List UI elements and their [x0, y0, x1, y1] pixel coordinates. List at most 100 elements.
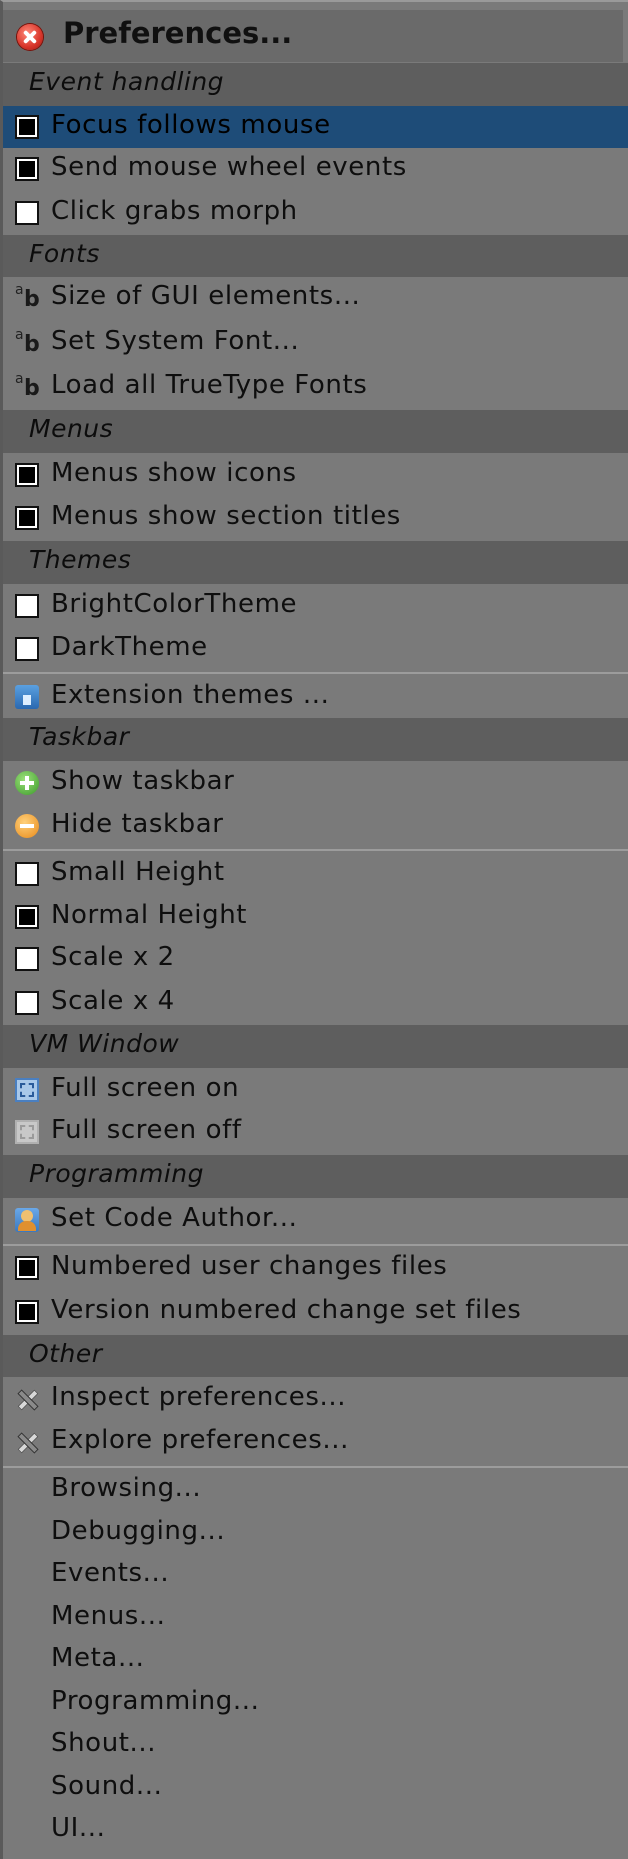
- menu-item-label: Shout...: [51, 1728, 157, 1759]
- menu-item-meta[interactable]: Meta...: [3, 1639, 628, 1681]
- menu-item-label: Focus follows mouse: [51, 109, 331, 140]
- menu-item-explore-preferences[interactable]: Explore preferences...: [3, 1421, 628, 1463]
- menu-item-sound[interactable]: Sound...: [3, 1767, 628, 1809]
- checkbox-icon: [15, 946, 39, 971]
- menu-item-bright-color-theme[interactable]: BrightColorTheme: [3, 585, 628, 627]
- section-programming: Programming: [3, 1155, 628, 1198]
- section-title: Themes: [29, 545, 132, 575]
- menu-item-label: Show taskbar: [51, 766, 235, 797]
- font-icon: [15, 282, 41, 312]
- checkbox-icon: [15, 636, 39, 661]
- section-vm-window: VM Window: [3, 1025, 628, 1068]
- minus-icon: [15, 813, 39, 838]
- menu-item-label: UI...: [51, 1813, 106, 1844]
- menu-item-label: Normal Height: [51, 899, 248, 930]
- menu-item-small-height[interactable]: Small Height: [3, 853, 628, 895]
- section-event-handling: Event handling: [3, 63, 628, 106]
- menu-item-label: Hide taskbar: [51, 808, 224, 839]
- menu-item-label: Extension themes ...: [51, 679, 330, 710]
- menu-item-scale-x2[interactable]: Scale x 2: [3, 938, 628, 980]
- checkbox-icon: [15, 114, 39, 139]
- menu-item-browsing[interactable]: Browsing...: [3, 1469, 628, 1511]
- section-fonts: Fonts: [3, 234, 628, 277]
- tools-icon: [15, 1387, 39, 1411]
- menu-item-full-screen-off[interactable]: Full screen off: [3, 1111, 628, 1153]
- menu-item-label: Small Height: [51, 857, 225, 887]
- checkbox-icon: [15, 594, 39, 619]
- close-icon[interactable]: [17, 24, 43, 50]
- menu-item-label: Explore preferences...: [51, 1424, 350, 1455]
- menu-item-ui[interactable]: UI...: [3, 1809, 628, 1851]
- menu-item-show-taskbar[interactable]: Show taskbar: [3, 762, 628, 804]
- menu-item-label: Click grabs morph: [51, 196, 298, 227]
- menu-item-extension-themes[interactable]: Extension themes ...: [3, 676, 628, 718]
- menu-item-debugging[interactable]: Debugging...: [3, 1512, 628, 1554]
- preferences-menu: Preferences... Event handling Focus foll…: [0, 0, 628, 1859]
- menu-item-programming[interactable]: Programming...: [3, 1682, 628, 1724]
- menu-item-normal-height[interactable]: Normal Height: [3, 896, 628, 938]
- menu-item-label: Menus show icons: [51, 458, 297, 489]
- divider: [3, 672, 628, 675]
- divider: [3, 849, 628, 852]
- checkbox-icon: [15, 463, 39, 488]
- menu-title-bar: Preferences...: [3, 10, 628, 62]
- section-other: Other: [3, 1334, 628, 1378]
- menu-item-label: Inspect preferences...: [51, 1382, 347, 1413]
- tools-icon: [15, 1430, 39, 1454]
- divider: [3, 1465, 628, 1468]
- menu-item-send-mouse-wheel-events[interactable]: Send mouse wheel events: [3, 148, 628, 190]
- fullscreen-icon: [15, 1078, 39, 1102]
- menu-item-label: Full screen off: [51, 1115, 242, 1146]
- menu-item-dark-theme[interactable]: DarkTheme: [3, 628, 628, 670]
- menu-item-label: Programming...: [51, 1685, 260, 1716]
- menu-item-label: Menus show section titles: [51, 500, 401, 531]
- divider: [3, 1243, 628, 1246]
- fullscreen-off-icon: [15, 1120, 39, 1145]
- menu-item-menus[interactable]: Menus...: [3, 1597, 628, 1639]
- menu-item-set-code-author[interactable]: Set Code Author...: [3, 1199, 628, 1241]
- menu-item-shout[interactable]: Shout...: [3, 1724, 628, 1766]
- menu-item-label: Scale x 4: [51, 985, 175, 1016]
- section-themes: Themes: [3, 541, 628, 584]
- author-icon: [15, 1207, 39, 1232]
- checkbox-icon: [15, 157, 39, 182]
- menu-item-events[interactable]: Events...: [3, 1554, 628, 1596]
- section-title: Programming: [29, 1159, 204, 1189]
- font-icon: [15, 327, 41, 357]
- menu-item-menus-show-section-titles[interactable]: Menus show section titles: [3, 497, 628, 539]
- menu-item-label: BrightColorTheme: [51, 589, 298, 620]
- section-title: Event handling: [29, 67, 225, 97]
- menu-item-scale-x4[interactable]: Scale x 4: [3, 982, 628, 1024]
- menu-item-label: Numbered user changes files: [51, 1251, 448, 1282]
- checkbox-icon: [15, 862, 39, 886]
- theme-icon: [15, 684, 39, 709]
- menu-item-inspect-preferences[interactable]: Inspect preferences...: [3, 1378, 628, 1420]
- menu-item-size-of-gui-elements[interactable]: Size of GUI elements...: [3, 277, 628, 319]
- menu-item-label: Set Code Author...: [51, 1202, 298, 1233]
- menu-item-version-numbered-change-set-files[interactable]: Version numbered change set files: [3, 1291, 628, 1333]
- menu-item-label: Browsing...: [51, 1473, 202, 1504]
- section-title: Other: [29, 1338, 103, 1368]
- checkbox-icon: [15, 1299, 39, 1324]
- menu-item-numbered-user-changes-files[interactable]: Numbered user changes files: [3, 1247, 628, 1289]
- section-title: VM Window: [29, 1029, 180, 1059]
- menu-item-set-system-font[interactable]: Set System Font...: [3, 322, 628, 364]
- menu-item-label: Version numbered change set files: [51, 1294, 522, 1325]
- font-icon: [15, 371, 41, 401]
- menu-item-label: DarkTheme: [51, 631, 208, 662]
- menu-title: Preferences...: [63, 16, 293, 50]
- menu-item-focus-follows-mouse[interactable]: Focus follows mouse: [3, 105, 628, 149]
- menu-item-label: Scale x 2: [51, 941, 175, 972]
- menu-item-full-screen-on[interactable]: Full screen on: [3, 1069, 628, 1111]
- menu-item-load-all-truetype-fonts[interactable]: Load all TrueType Fonts: [3, 366, 628, 408]
- section-taskbar: Taskbar: [3, 718, 628, 761]
- menu-item-click-grabs-morph[interactable]: Click grabs morph: [3, 192, 628, 234]
- checkbox-icon: [15, 505, 39, 530]
- menu-item-label: Debugging...: [51, 1515, 226, 1546]
- menu-item-label: Send mouse wheel events: [51, 152, 407, 183]
- menu-item-label: Full screen on: [51, 1073, 240, 1103]
- checkbox-icon: [15, 990, 39, 1015]
- menu-item-hide-taskbar[interactable]: Hide taskbar: [3, 805, 628, 847]
- menu-item-label: Events...: [51, 1558, 170, 1589]
- menu-item-menus-show-icons[interactable]: Menus show icons: [3, 454, 628, 496]
